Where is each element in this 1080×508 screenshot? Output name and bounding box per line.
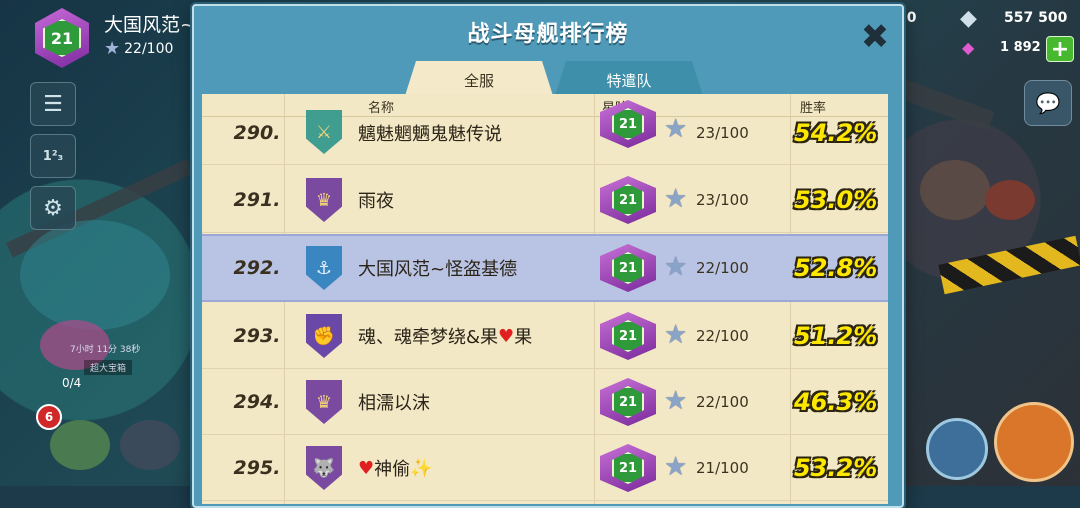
- heart-icon: ♥: [358, 457, 375, 479]
- row-winrate: 53.0%: [794, 186, 878, 214]
- row-player-name-text: 神偷: [374, 459, 411, 480]
- table-row[interactable]: 291. ♛ 雨夜 21 ★ 23/100 53.0%: [202, 168, 888, 233]
- fist-icon: ✊: [306, 314, 342, 358]
- close-icon: ✖: [860, 17, 890, 57]
- player-name: 大国风范~: [104, 14, 196, 36]
- row-player-name: 雨夜: [358, 191, 394, 212]
- sparkle-icon: ✨: [410, 457, 433, 479]
- chest-timer: 7小时 11分 38秒: [70, 345, 141, 355]
- table-row[interactable]: 290. ⚔ 魑魅魍魉鬼魅传说 21 ★ 23/100 54.2%: [202, 100, 888, 165]
- row-rank: 294.: [233, 391, 281, 413]
- player-stars-value: 22/100: [124, 40, 174, 57]
- diamond-icon: ◆: [962, 38, 975, 57]
- row-stars: 23/100: [696, 124, 749, 142]
- chest-label: 超大宝箱: [84, 360, 133, 375]
- row-stars: 23/100: [696, 191, 749, 209]
- settings-button[interactable]: ⚙: [30, 186, 76, 230]
- row-player-name: 魑魅魍魉鬼魅传说: [358, 124, 502, 145]
- row-winrate: 51.2%: [794, 322, 878, 350]
- row-rank: 292.: [233, 257, 281, 279]
- table-row[interactable]: 294. ♛ 相濡以沫 21 ★ 22/100 46.3%: [202, 370, 888, 435]
- row-rank: 291.: [233, 189, 281, 211]
- star-icon: ★: [664, 386, 688, 416]
- rank-level: 21: [612, 252, 644, 284]
- row-winrate: 46.3%: [794, 388, 878, 416]
- player-stars: ★ 22/100: [104, 38, 173, 59]
- row-rank: 290.: [233, 122, 281, 144]
- row-winrate: 54.2%: [794, 119, 878, 147]
- row-player-name: 魂、魂牵梦绕&果 ♥ 果: [358, 304, 532, 368]
- row-winrate: 53.2%: [794, 454, 878, 482]
- table-row[interactable]: 293. ✊ 魂、魂牵梦绕&果 ♥ 果 21 ★ 22/100 51.2%: [202, 304, 888, 369]
- table-row[interactable]: 295. 🐺 ♥ 神偷 ✨ 21 ★ 21/100 53.2%: [202, 436, 888, 501]
- modal-title: 战斗母舰排行榜: [467, 22, 629, 47]
- row-stars: 21/100: [696, 459, 749, 477]
- row-player-name-text: 魂、魂牵梦绕&果: [358, 327, 499, 348]
- star-icon: ★: [664, 320, 688, 350]
- rank-level: 21: [612, 320, 644, 352]
- row-player-name-suffix: 果: [514, 327, 533, 348]
- row-stars: 22/100: [696, 327, 749, 345]
- chat-button[interactable]: 💬: [1024, 80, 1072, 126]
- leaderboard-modal: 战斗母舰排行榜 ✖ 全服 特遣队 名称 星阶 胜率 290. ⚔ 魑魅魍魉鬼魅传…: [192, 4, 904, 508]
- menu-icon: ☰: [43, 91, 63, 117]
- rank-level: 21: [612, 184, 644, 216]
- star-icon: ★: [664, 184, 688, 214]
- map-button[interactable]: [926, 418, 988, 480]
- crystal-icon: ◆: [960, 6, 977, 31]
- star-icon: ★: [664, 252, 688, 282]
- crossed-swords-icon: ⚔: [306, 110, 342, 154]
- rank-level: 21: [612, 108, 644, 140]
- row-rank: 293.: [233, 325, 281, 347]
- winged-shield-icon: ♛: [306, 380, 342, 424]
- row-stars: 22/100: [696, 393, 749, 411]
- add-diamonds-button[interactable]: +: [1046, 36, 1074, 62]
- row-player-name: 大国风范~怪盗基德: [358, 259, 518, 280]
- wolf-icon: 🐺: [306, 446, 342, 490]
- winged-shield-icon: ♛: [306, 178, 342, 222]
- row-player-name: 相濡以沫: [358, 393, 430, 414]
- leaderboard-table: 名称 星阶 胜率 290. ⚔ 魑魅魍魉鬼魅传说 21 ★ 23/100 54.…: [202, 94, 888, 504]
- attack-button[interactable]: [994, 402, 1074, 482]
- notification-badge[interactable]: 6: [36, 404, 62, 430]
- leaderboard-button[interactable]: 1²₃: [30, 134, 76, 178]
- row-stars: 22/100: [696, 259, 749, 277]
- row-player-name: ♥ 神偷 ✨: [358, 436, 433, 500]
- rank-level: 21: [612, 452, 644, 484]
- close-button[interactable]: ✖: [858, 20, 892, 54]
- leaderboard-icon: 1²₃: [42, 148, 64, 164]
- player-level: 21: [43, 19, 81, 57]
- diamond-value: 1 892: [1000, 40, 1041, 55]
- gear-icon: ⚙: [43, 195, 63, 221]
- plus-icon: +: [1050, 36, 1070, 62]
- rank-badge: 21: [600, 176, 656, 224]
- chest-count: 0/4: [62, 376, 82, 390]
- resource-value: 557 500: [1004, 10, 1068, 26]
- anchor-icon: ⚓: [306, 246, 342, 290]
- star-icon: ★: [664, 114, 688, 144]
- row-rank: 295.: [233, 457, 281, 479]
- chat-icon: 💬: [1035, 91, 1061, 115]
- rank-badge: 21: [600, 378, 656, 426]
- rank-badge: 21: [600, 100, 656, 148]
- star-icon: ★: [104, 38, 121, 59]
- table-row-current-player[interactable]: 292. ⚓ 大国风范~怪盗基德 21 ★ 22/100 52.8%: [202, 234, 888, 302]
- star-icon: ★: [664, 452, 688, 482]
- rank-badge: 21: [600, 244, 656, 292]
- rank-level: 21: [612, 386, 644, 418]
- row-winrate: 52.8%: [794, 254, 878, 282]
- rank-badge: 21: [600, 312, 656, 360]
- heart-icon: ♥: [498, 325, 515, 347]
- menu-button[interactable]: ☰: [30, 82, 76, 126]
- rank-badge: 21: [600, 444, 656, 492]
